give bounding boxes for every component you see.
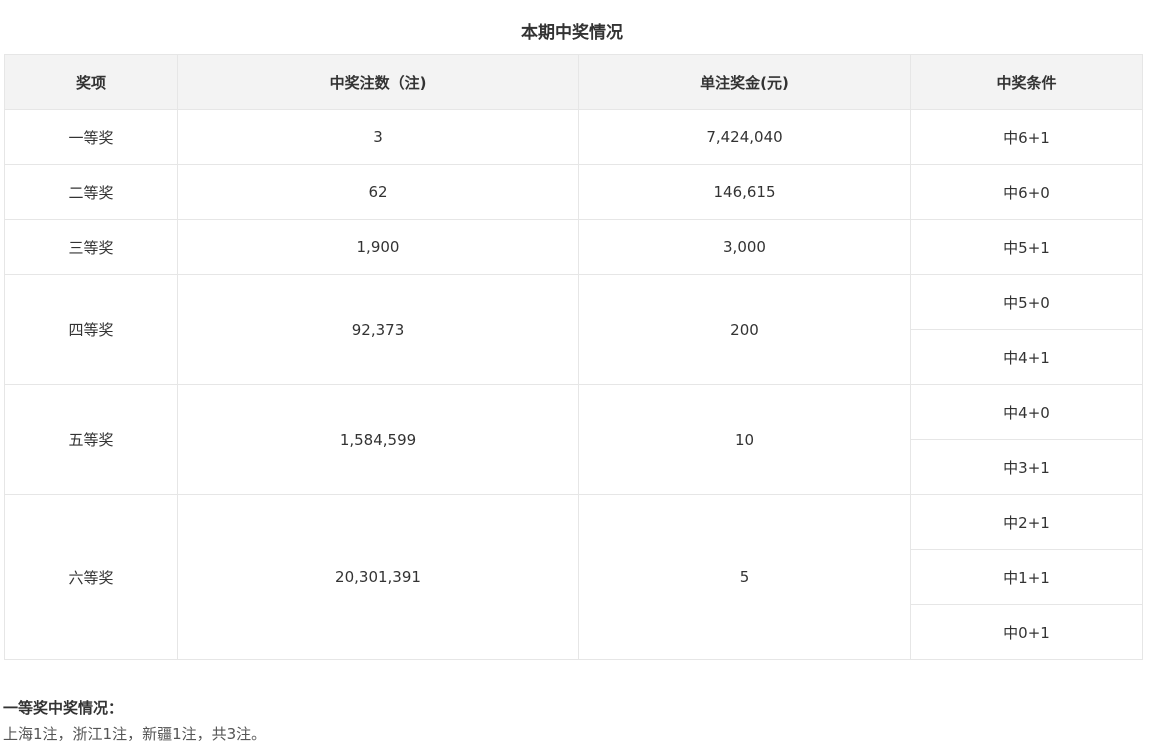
win-condition: 中3+1 xyxy=(910,439,1143,495)
win-condition: 中6+1 xyxy=(910,109,1143,165)
prize-amount: 5 xyxy=(578,494,911,660)
prize-level: 四等奖 xyxy=(4,274,178,385)
win-condition: 中2+1 xyxy=(910,494,1143,550)
prize-table: 奖项 中奖注数（注) 单注奖金(元) 中奖条件 一等奖 3 7,424,040 … xyxy=(4,54,1143,660)
win-condition: 中6+0 xyxy=(910,164,1143,220)
prize-level: 三等奖 xyxy=(4,219,178,275)
page-title: 本期中奖情况 xyxy=(521,23,623,43)
win-condition: 中4+1 xyxy=(910,329,1143,385)
table-row: 四等奖 92,373 200 中5+0 xyxy=(4,274,1143,385)
prize-amount: 146,615 xyxy=(578,164,911,220)
header-level: 奖项 xyxy=(4,54,178,110)
winner-count: 3 xyxy=(177,109,579,165)
win-condition: 中4+0 xyxy=(910,384,1143,440)
win-condition: 中5+0 xyxy=(910,274,1143,330)
winner-count: 1,584,599 xyxy=(177,384,579,495)
prize-amount: 3,000 xyxy=(578,219,911,275)
winner-count: 20,301,391 xyxy=(177,494,579,660)
prize-amount: 7,424,040 xyxy=(578,109,911,165)
win-condition: 中5+1 xyxy=(910,219,1143,275)
winner-count: 92,373 xyxy=(177,274,579,385)
table-row: 二等奖 62 146,615 中6+0 xyxy=(4,164,1143,220)
prize-amount: 200 xyxy=(578,274,911,385)
first-prize-summary-heading: 一等奖中奖情况： xyxy=(3,699,124,717)
table-header-row: 奖项 中奖注数（注) 单注奖金(元) 中奖条件 xyxy=(4,54,1143,110)
win-condition: 中1+1 xyxy=(910,549,1143,605)
winner-count: 1,900 xyxy=(177,219,579,275)
winner-count: 62 xyxy=(177,164,579,220)
prize-amount: 10 xyxy=(578,384,911,495)
table-row: 三等奖 1,900 3,000 中5+1 xyxy=(4,219,1143,275)
prize-level: 六等奖 xyxy=(4,494,178,660)
first-prize-summary-text: 上海1注，浙江1注，新疆1注，共3注。 xyxy=(3,725,267,743)
prize-level: 二等奖 xyxy=(4,164,178,220)
prize-level: 五等奖 xyxy=(4,384,178,495)
win-condition: 中0+1 xyxy=(910,604,1143,660)
header-count: 中奖注数（注) xyxy=(177,54,579,110)
table-row: 五等奖 1,584,599 10 中4+0 xyxy=(4,384,1143,495)
table-row: 六等奖 20,301,391 5 中2+1 xyxy=(4,494,1143,660)
prize-level: 一等奖 xyxy=(4,109,178,165)
table-row: 一等奖 3 7,424,040 中6+1 xyxy=(4,109,1143,165)
header-prize: 单注奖金(元) xyxy=(578,54,911,110)
header-condition: 中奖条件 xyxy=(910,54,1143,110)
